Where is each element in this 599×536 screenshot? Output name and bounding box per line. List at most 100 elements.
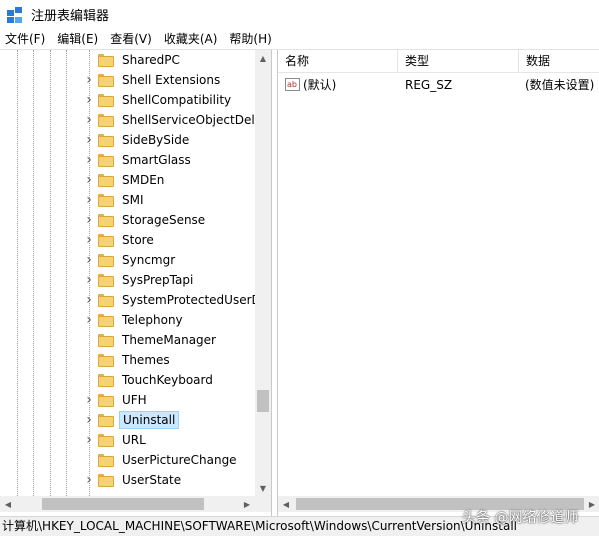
tree-node-label: UserState [122, 473, 182, 487]
expand-chevron-icon[interactable]: › [82, 210, 96, 230]
tree-node[interactable]: › SmartGlass [82, 150, 194, 170]
expand-chevron-icon[interactable]: › [82, 130, 96, 150]
tree-horizontal-scroll-thumb[interactable] [42, 498, 204, 510]
folder-icon [98, 313, 114, 327]
tree-node[interactable]: › SideBySide [82, 130, 192, 150]
tree-node[interactable]: › StorageSense [82, 210, 208, 230]
expand-chevron-icon[interactable]: › [82, 430, 96, 450]
tree-node[interactable]: › ShellCompatibility [82, 90, 234, 110]
tree-node-label: UFH [122, 393, 147, 407]
folder-icon [98, 113, 114, 127]
folder-icon [98, 193, 114, 207]
expand-chevron-icon[interactable]: › [82, 470, 96, 490]
expand-chevron-icon[interactable]: › [82, 310, 96, 330]
expand-chevron-icon[interactable]: › [82, 270, 96, 290]
tree-node-label: Uninstall [119, 411, 180, 429]
expand-chevron-icon[interactable]: › [82, 70, 96, 90]
value-data: (数值未设置) [525, 78, 595, 92]
expand-chevron-icon[interactable]: › [82, 110, 96, 130]
value-type: REG_SZ [405, 78, 453, 92]
registry-values-pane[interactable]: 名称 类型 数据 ab (默认) REG_SZ (数值未设置) ◀ ▶ [277, 50, 599, 516]
tree-node[interactable]: › Store [82, 230, 157, 250]
tree-node[interactable]: › SysPrepTapi [82, 270, 196, 290]
folder-icon [98, 173, 114, 187]
folder-icon [98, 153, 114, 167]
tree-node-label: Themes [122, 353, 170, 367]
tree-node-label: SmartGlass [122, 153, 191, 167]
tree-node-label: SharedPC [122, 53, 180, 67]
folder-icon [98, 213, 114, 227]
tree-node-label: Shell Extensions [122, 73, 221, 87]
expand-chevron-icon[interactable]: › [82, 250, 96, 270]
tree-node[interactable]: › SMI [82, 190, 147, 210]
expand-chevron-icon[interactable]: › [82, 90, 96, 110]
expand-chevron-icon[interactable]: › [82, 190, 96, 210]
value-name: (默认) [303, 78, 337, 92]
folder-icon [98, 53, 114, 67]
tree-node-label: SideBySide [122, 133, 190, 147]
expand-chevron-icon[interactable]: › [82, 410, 96, 430]
expand-chevron-icon[interactable]: › [82, 390, 96, 410]
menu-view[interactable]: 查看(V) [104, 29, 158, 49]
tree-node[interactable]: › SMDEn [82, 170, 167, 190]
tree-node-label: SysPrepTapi [122, 273, 194, 287]
title-bar[interactable]: 注册表编辑器 [0, 0, 599, 29]
values-header: 名称 类型 数据 [278, 50, 599, 73]
scroll-up-arrow-icon[interactable]: ▲ [255, 50, 271, 66]
expand-chevron-icon[interactable]: › [82, 230, 96, 250]
tree-node-label: Syncmgr [122, 253, 176, 267]
folder-icon [98, 233, 114, 247]
folder-icon [98, 73, 114, 87]
value-row-default[interactable]: ab (默认) REG_SZ (数值未设置) [278, 75, 599, 95]
expand-chevron-icon[interactable]: › [82, 290, 96, 310]
column-name[interactable]: 名称 [278, 50, 398, 73]
tree-horizontal-scrollbar[interactable]: ◀ ▶ [0, 496, 255, 512]
tree-node[interactable]: UserPictureChange [82, 450, 240, 470]
column-type[interactable]: 类型 [398, 50, 519, 73]
tree-node[interactable]: › Shell Extensions [82, 70, 223, 90]
expand-chevron-icon[interactable]: › [82, 170, 96, 190]
tree-node[interactable]: › Syncmgr [82, 250, 178, 270]
tree-vertical-scrollbar[interactable]: ▲ ▼ [255, 50, 271, 496]
folder-icon [98, 93, 114, 107]
menu-favorites[interactable]: 收藏夹(A) [158, 29, 224, 49]
scroll-down-arrow-icon[interactable]: ▼ [255, 480, 271, 496]
folder-icon [98, 473, 114, 487]
tree-node[interactable]: › URL [82, 430, 149, 450]
tree-node[interactable]: ThemeManager [82, 330, 219, 350]
folder-icon [98, 253, 114, 267]
tree-node-label: Store [122, 233, 154, 247]
tree-node[interactable]: › UFH [82, 390, 150, 410]
menu-edit[interactable]: 编辑(E) [51, 29, 104, 49]
scroll-left-arrow-icon[interactable]: ◀ [278, 496, 294, 512]
registry-tree-pane[interactable]: SharedPC › Shell Extensions › ShellCompatibi… [0, 50, 272, 516]
tree-vertical-scroll-thumb[interactable] [257, 390, 269, 412]
tree-node[interactable]: › UserState [82, 470, 184, 490]
watermark-text: 头条 @网络修道师 [462, 510, 579, 526]
string-value-icon: ab [285, 78, 300, 91]
folder-icon [98, 433, 114, 447]
menu-help[interactable]: 帮助(H) [223, 29, 277, 49]
tree-node[interactable]: TouchKeyboard [82, 370, 216, 390]
tree-node[interactable]: SharedPC [82, 50, 183, 70]
menu-file[interactable]: 文件(F) [0, 29, 51, 49]
expand-chevron-icon[interactable]: › [82, 150, 96, 170]
tree-node-label: UserPictureChange [122, 453, 237, 467]
tree-node-label: ShellServiceObjectDela [122, 113, 263, 127]
scroll-right-arrow-icon[interactable]: ▶ [584, 496, 599, 512]
tree-node[interactable]: › ShellServiceObjectDela [82, 110, 265, 130]
tree-node[interactable]: › Uninstall [82, 410, 180, 430]
tree-node[interactable]: Themes [82, 350, 173, 370]
tree-node[interactable]: › SystemProtectedUserD [82, 290, 264, 310]
folder-icon [98, 333, 114, 347]
tree-node[interactable]: › Telephony [82, 310, 186, 330]
tree-node-label: TouchKeyboard [122, 373, 213, 387]
scroll-right-arrow-icon[interactable]: ▶ [239, 496, 255, 512]
column-data[interactable]: 数据 [519, 50, 599, 73]
tree-node-label: StorageSense [122, 213, 206, 227]
scroll-left-arrow-icon[interactable]: ◀ [0, 496, 16, 512]
